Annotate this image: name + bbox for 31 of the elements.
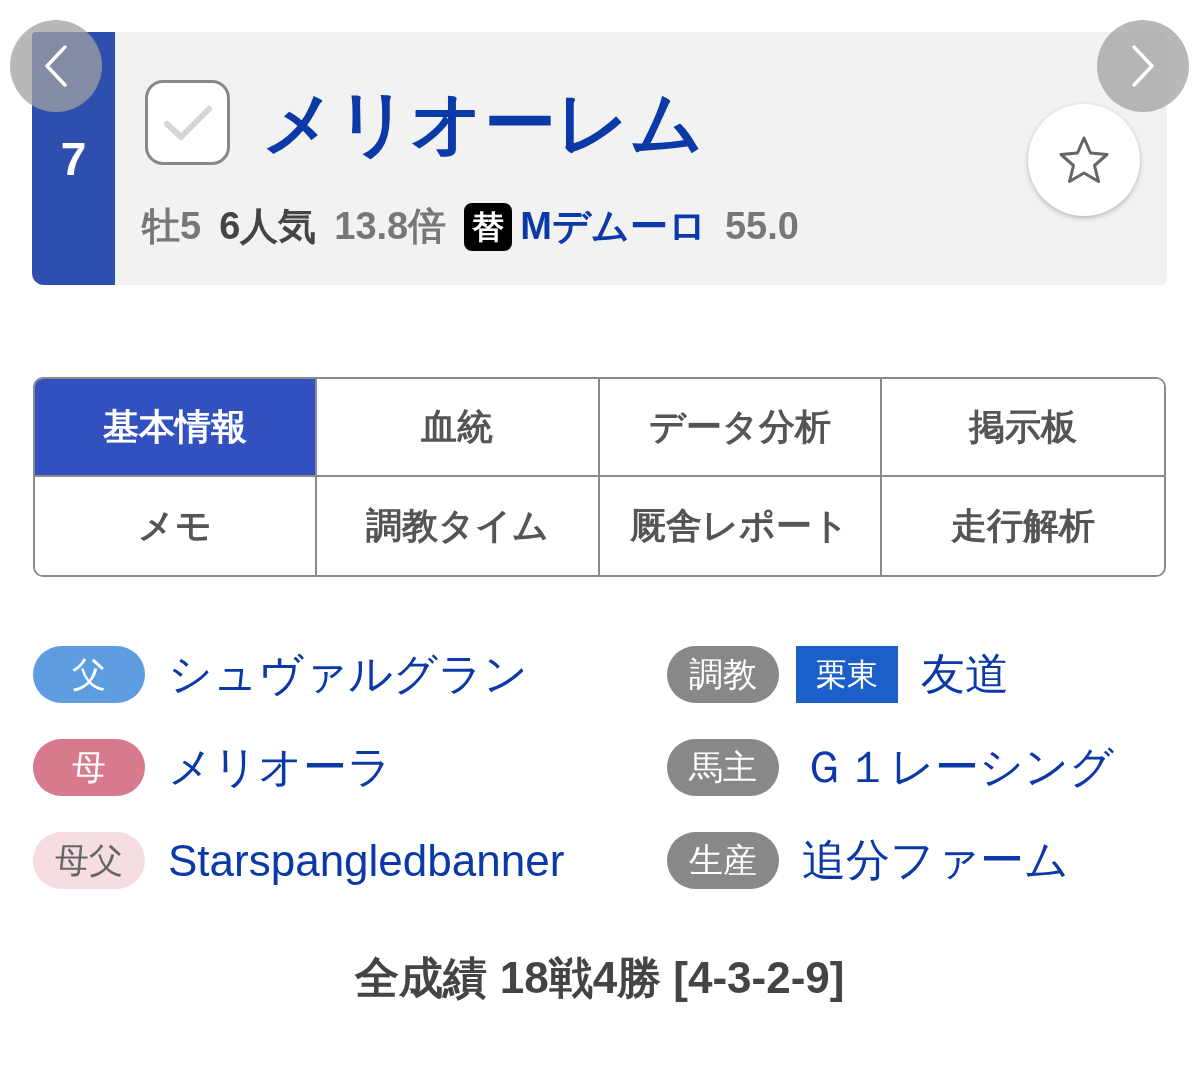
pedigree-name[interactable]: メリオーラ (168, 738, 392, 797)
connection-label: 生産 (667, 832, 779, 889)
connection-name[interactable]: 友道 (921, 645, 1009, 704)
pedigree-label: 父 (33, 646, 145, 703)
connection-name[interactable]: Ｇ１レーシング (802, 738, 1114, 797)
pedigree-name[interactable]: シュヴァルグラン (168, 645, 528, 704)
favorite-button[interactable] (1028, 104, 1140, 216)
tab[interactable]: 血統 (317, 379, 600, 477)
jockey-change-badge: 替 (464, 203, 513, 251)
tab[interactable]: データ分析 (599, 379, 882, 477)
tab[interactable]: メモ (35, 477, 318, 575)
sex-age: 牡5 (142, 204, 202, 250)
odds: 13.8倍 (334, 204, 447, 250)
tab[interactable]: 掲示板 (881, 379, 1164, 477)
connection-label: 調教 (667, 646, 779, 703)
horse-name: メリオーレム (262, 86, 704, 159)
pedigree-label: 母 (33, 739, 145, 796)
carried-weight: 55.0 (724, 204, 799, 250)
checkmark-icon (162, 104, 213, 141)
connection-name[interactable]: 追分ファーム (802, 831, 1069, 890)
jockey-name[interactable]: Mデムーロ (520, 204, 707, 250)
chevron-right-icon (1131, 44, 1155, 88)
checkbox[interactable] (145, 80, 230, 165)
tab[interactable]: 基本情報 (35, 379, 318, 477)
career-record: 全成績 18戦4勝 [4-3-2-9] (355, 952, 845, 1004)
pedigree-name[interactable]: Starspangledbanner (168, 835, 565, 886)
chevron-left-icon (44, 44, 68, 88)
popularity: 6人気 (219, 204, 317, 250)
connection-label: 馬主 (667, 739, 779, 796)
pedigree-label: 母父 (33, 832, 145, 889)
region-tag: 栗東 (796, 646, 898, 703)
